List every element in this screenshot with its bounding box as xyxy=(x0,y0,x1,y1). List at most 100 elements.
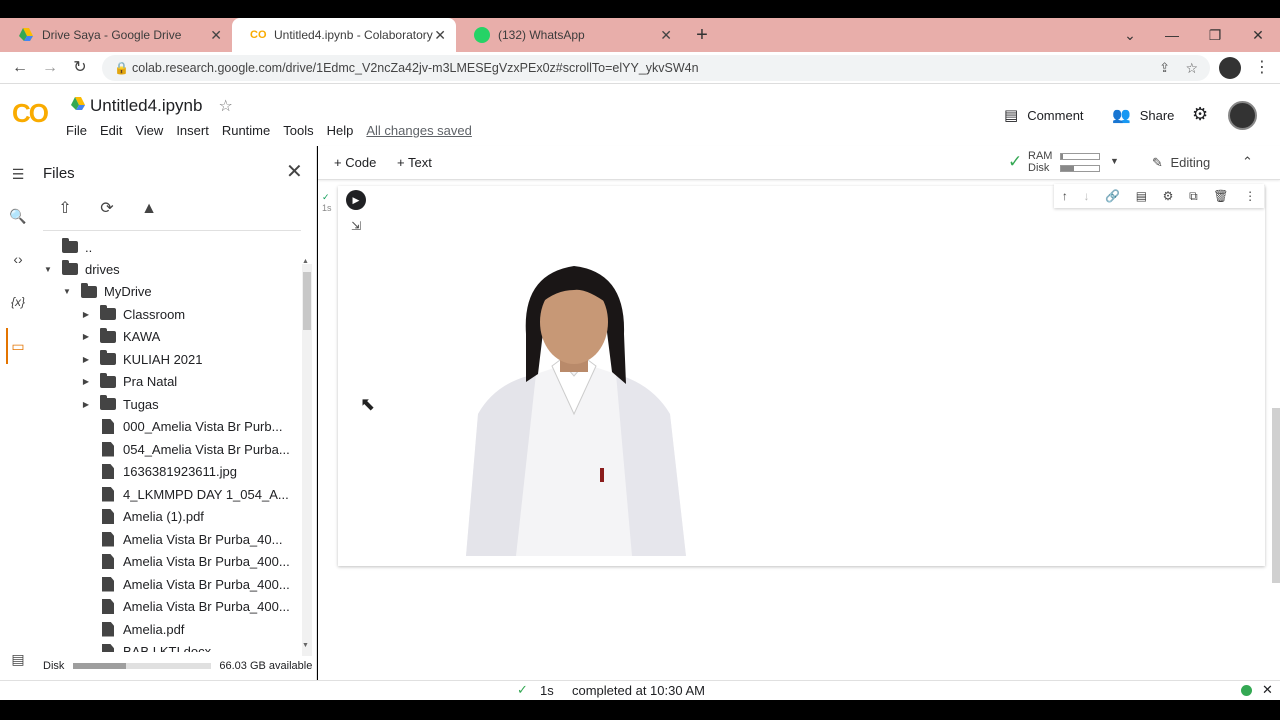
upload-icon[interactable]: ⇧ xyxy=(54,198,76,220)
folder-row[interactable]: ▶ KAWA xyxy=(80,326,160,348)
mouse-cursor: ⬉ xyxy=(360,394,376,414)
folder-row[interactable]: ▶ KULIAH 2021 xyxy=(80,348,203,370)
folder-row[interactable]: ▼ drives xyxy=(42,258,120,280)
mirror-cell-icon[interactable]: ⧉ xyxy=(1189,189,1198,204)
trash-icon[interactable]: 🗑 xyxy=(1213,189,1228,203)
colab-logo[interactable]: CO xyxy=(12,98,49,129)
chevron-right-icon[interactable]: ▶ xyxy=(80,355,92,364)
search-icon[interactable]: 🔍 xyxy=(8,206,28,226)
user-avatar[interactable] xyxy=(1228,101,1257,130)
notebook-scrollbar[interactable] xyxy=(1272,408,1280,583)
file-row[interactable]: Amelia (1).pdf xyxy=(80,506,204,528)
menu-runtime[interactable]: Runtime xyxy=(222,123,270,138)
variables-icon[interactable]: {x} xyxy=(8,292,28,312)
menu-edit[interactable]: Edit xyxy=(100,123,122,138)
move-up-icon[interactable]: ↑ xyxy=(1062,189,1068,203)
chevron-down-icon[interactable]: ▼ xyxy=(61,287,73,296)
star-icon[interactable]: ☆ xyxy=(218,96,232,116)
folder-row[interactable]: ▼ MyDrive xyxy=(61,281,152,303)
file-icon xyxy=(102,576,114,592)
run-cell-button[interactable]: ▶ xyxy=(346,190,366,210)
comment-icon[interactable]: ▤ xyxy=(1136,189,1147,203)
profile-avatar[interactable] xyxy=(1219,57,1241,79)
chevron-down-icon[interactable]: ▼ xyxy=(42,265,54,274)
forward-icon[interactable]: → xyxy=(38,56,62,80)
reload-icon[interactable]: ↻ xyxy=(68,56,92,80)
menu-view[interactable]: View xyxy=(135,123,163,138)
chevron-right-icon[interactable]: ▶ xyxy=(80,332,92,341)
table-of-contents-icon[interactable]: ☰ xyxy=(8,164,28,184)
new-tab-button[interactable]: + xyxy=(690,18,714,52)
add-code-button[interactable]: + Code xyxy=(334,155,376,170)
file-row[interactable]: Amelia Vista Br Purba_400... xyxy=(80,551,290,573)
file-row[interactable]: 4_LKMMPD DAY 1_054_A... xyxy=(80,483,289,505)
file-tree-scroll-thumb[interactable] xyxy=(303,272,311,330)
collapse-header-icon[interactable]: ⌃ xyxy=(1242,154,1253,170)
chevron-right-icon[interactable]: ▶ xyxy=(80,377,92,386)
close-icon[interactable]: ✕ xyxy=(1262,682,1273,698)
colab-icon: CO xyxy=(250,29,267,41)
menu-tools[interactable]: Tools xyxy=(283,123,313,138)
scroll-up-icon[interactable]: ▲ xyxy=(302,258,309,265)
tab-whatsapp[interactable]: (132) WhatsApp ✕ xyxy=(456,18,682,52)
folder-row[interactable]: ▶ Pra Natal xyxy=(80,371,177,393)
mount-drive-icon[interactable]: ▲ xyxy=(138,198,160,220)
minimize-button[interactable]: — xyxy=(1152,18,1192,52)
link-icon[interactable]: 🔗 xyxy=(1105,189,1120,203)
browser-menu-icon[interactable]: ⋮ xyxy=(1250,56,1274,80)
refresh-folder-icon[interactable]: ⟳ xyxy=(96,198,118,220)
status-message[interactable]: completed at 10:30 AM xyxy=(572,683,705,698)
share-page-icon[interactable]: ⇪ xyxy=(1159,55,1170,81)
save-status[interactable]: All changes saved xyxy=(366,123,472,138)
back-icon[interactable]: ← xyxy=(8,56,32,80)
folder-row[interactable]: ▶ Classroom xyxy=(80,303,185,325)
chevron-right-icon[interactable]: ▶ xyxy=(80,400,92,409)
parent-folder-row[interactable]: .. xyxy=(62,236,92,258)
address-bar[interactable]: 🔒 colab.research.google.com/drive/1Edmc_… xyxy=(102,55,1210,81)
chevron-right-icon[interactable]: ▶ xyxy=(80,310,92,319)
disk-usage: Disk 66.03 GB available xyxy=(43,660,313,672)
file-row[interactable]: Amelia Vista Br Purba_400... xyxy=(80,596,290,618)
terminal-icon[interactable]: ▤ xyxy=(8,649,28,669)
file-row[interactable]: 000_Amelia Vista Br Purb... xyxy=(80,416,282,438)
scroll-down-icon[interactable]: ▼ xyxy=(302,642,309,649)
close-icon[interactable]: ✕ xyxy=(286,159,303,184)
tab-search-icon[interactable]: ⌄ xyxy=(1110,18,1150,52)
file-row[interactable]: Amelia.pdf xyxy=(80,618,184,640)
comment-button[interactable]: ▤ Comment xyxy=(1004,106,1084,124)
item-label: 000_Amelia Vista Br Purb... xyxy=(123,419,283,434)
file-tree: .. ▼ drives ▼ MyDrive ▶ Classroom ▶ KAWA ▶ KULIAH… xyxy=(36,234,306,652)
file-row[interactable]: BAB I KTI.docx xyxy=(80,641,211,652)
menu-file[interactable]: File xyxy=(66,123,87,138)
bookmark-star-icon[interactable]: ☆ xyxy=(1185,55,1198,81)
file-row[interactable]: Amelia Vista Br Purba_40... xyxy=(80,528,282,550)
settings-gear-icon[interactable]: ⚙ xyxy=(1163,189,1174,203)
code-snippets-icon[interactable]: ‹› xyxy=(8,249,28,269)
close-icon[interactable]: ✕ xyxy=(210,27,222,44)
file-row[interactable]: 054_Amelia Vista Br Purba... xyxy=(80,438,290,460)
move-down-icon[interactable]: ↓ xyxy=(1083,189,1089,203)
tab-google-drive[interactable]: Drive Saya - Google Drive ✕ xyxy=(0,18,232,52)
chevron-down-icon[interactable]: ▼ xyxy=(1110,156,1119,166)
file-row[interactable]: Amelia Vista Br Purba_400... xyxy=(80,573,290,595)
window-close-button[interactable]: ✕ xyxy=(1238,18,1278,52)
close-icon[interactable]: ✕ xyxy=(434,27,446,44)
item-label: Amelia Vista Br Purba_400... xyxy=(123,599,290,614)
output-portrait-image xyxy=(466,266,686,556)
resource-monitor[interactable]: RAM Disk xyxy=(1028,150,1100,174)
menu-help[interactable]: Help xyxy=(327,123,354,138)
folder-icon[interactable]: ▭ xyxy=(8,336,28,356)
notebook-title[interactable]: Untitled4.ipynb ☆ xyxy=(70,96,233,116)
output-action-icon[interactable]: ⇲ xyxy=(351,219,361,233)
menu-insert[interactable]: Insert xyxy=(176,123,209,138)
add-text-button[interactable]: + Text xyxy=(397,155,432,170)
settings-gear-icon[interactable]: ⚙ xyxy=(1192,104,1208,125)
editing-mode-button[interactable]: ✎ Editing xyxy=(1152,155,1210,171)
more-vert-icon[interactable]: ⋮ xyxy=(1244,189,1256,203)
restore-button[interactable]: ❐ xyxy=(1195,18,1235,52)
folder-row[interactable]: ▶ Tugas xyxy=(80,393,159,415)
tab-colab[interactable]: CO Untitled4.ipynb - Colaboratory ✕ xyxy=(232,18,456,52)
close-icon[interactable]: ✕ xyxy=(660,27,672,44)
file-row[interactable]: 1636381923611.jpg xyxy=(80,461,237,483)
share-button[interactable]: 👥 Share xyxy=(1112,106,1174,124)
